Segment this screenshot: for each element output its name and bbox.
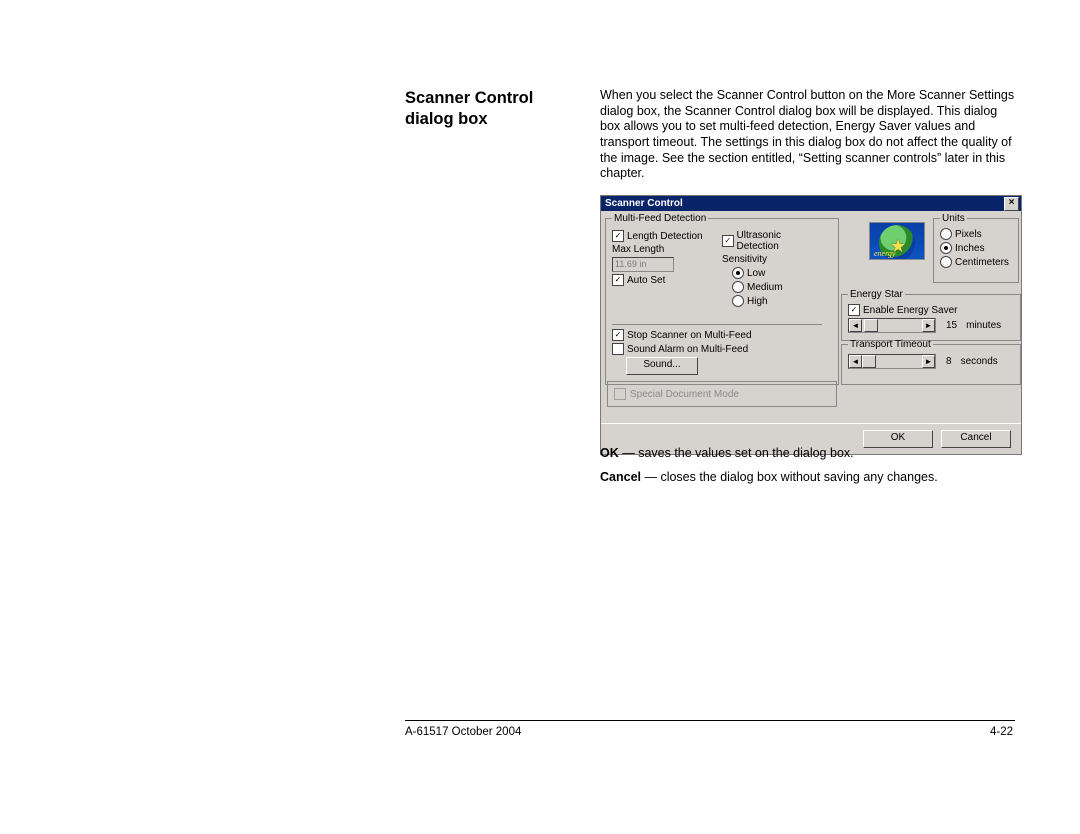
intro-paragraph: When you select the Scanner Control butt…: [600, 88, 1020, 182]
arrow-right-icon[interactable]: ►: [922, 319, 935, 332]
energy-star-group: Energy Star ✓ Enable Energy Saver ◄ ► 15: [841, 289, 1021, 341]
auto-set-label: Auto Set: [627, 275, 665, 286]
units-legend: Units: [940, 213, 967, 224]
scanner-control-dialog: Scanner Control × Multi-Feed Detection ✓…: [600, 195, 1020, 455]
units-centimeters-radio[interactable]: [940, 256, 952, 268]
special-doc-checkbox: [614, 388, 626, 400]
sensitivity-label: Sensitivity: [722, 254, 767, 265]
stop-scanner-checkbox[interactable]: ✓: [612, 329, 624, 341]
special-doc-group: Special Document Mode: [607, 381, 837, 407]
units-pixels-radio[interactable]: [940, 228, 952, 240]
max-length-label: Max Length: [612, 244, 664, 255]
sound-button[interactable]: Sound...: [626, 357, 698, 375]
stop-scanner-label: Stop Scanner on Multi-Feed: [627, 330, 752, 341]
footer-rule: [405, 720, 1015, 721]
cancel-description: Cancel — closes the dialog box without s…: [600, 468, 1020, 486]
units-inches-radio[interactable]: [940, 242, 952, 254]
arrow-right-icon[interactable]: ►: [922, 355, 935, 368]
dialog-title: Scanner Control: [605, 198, 683, 209]
sensitivity-low-label: Low: [747, 268, 765, 279]
units-centimeters-label: Centimeters: [955, 257, 1009, 268]
energy-star-legend: Energy Star: [848, 289, 905, 300]
special-doc-label: Special Document Mode: [630, 389, 739, 400]
transport-timeout-unit: seconds: [961, 356, 998, 367]
multifeed-group: Multi-Feed Detection ✓ Length Detection …: [605, 213, 839, 385]
max-length-input: 11.69 in: [612, 257, 674, 272]
sound-alarm-label: Sound Alarm on Multi-Feed: [627, 344, 748, 355]
units-pixels-label: Pixels: [955, 229, 982, 240]
length-detection-checkbox[interactable]: ✓: [612, 230, 624, 242]
sensitivity-low-radio[interactable]: [732, 267, 744, 279]
section-heading: Scanner Control dialog box: [405, 88, 580, 129]
sensitivity-medium-label: Medium: [747, 282, 783, 293]
dialog-titlebar: Scanner Control ×: [601, 196, 1021, 211]
units-group: Units Pixels Inches Centimeters: [933, 213, 1019, 283]
auto-set-checkbox[interactable]: ✓: [612, 274, 624, 286]
footer-doc-id: A-61517 October 2004: [405, 726, 521, 738]
length-detection-label: Length Detection: [627, 231, 703, 242]
sensitivity-medium-radio[interactable]: [732, 281, 744, 293]
ok-description: OK — saves the values set on the dialog …: [600, 444, 1020, 462]
ultrasonic-label: Ultrasonic Detection: [737, 230, 822, 252]
transport-timeout-slider[interactable]: ◄ ►: [848, 354, 936, 369]
sensitivity-high-label: High: [747, 296, 768, 307]
energy-star-logo: ★ energy: [869, 222, 925, 260]
enable-energy-saver-label: Enable Energy Saver: [863, 305, 958, 316]
transport-timeout-legend: Transport Timeout: [848, 339, 933, 350]
sensitivity-high-radio[interactable]: [732, 295, 744, 307]
energy-saver-value: 15: [946, 320, 957, 331]
units-inches-label: Inches: [955, 243, 984, 254]
arrow-left-icon[interactable]: ◄: [849, 319, 862, 332]
enable-energy-saver-checkbox[interactable]: ✓: [848, 304, 860, 316]
energy-saver-unit: minutes: [966, 320, 1001, 331]
ultrasonic-checkbox[interactable]: ✓: [722, 235, 734, 247]
multifeed-legend: Multi-Feed Detection: [612, 213, 708, 224]
sound-alarm-checkbox[interactable]: [612, 343, 624, 355]
arrow-left-icon[interactable]: ◄: [849, 355, 862, 368]
transport-timeout-value: 8: [946, 356, 952, 367]
footer-page-number: 4-22: [990, 726, 1013, 738]
transport-timeout-group: Transport Timeout ◄ ► 8 seconds: [841, 339, 1021, 385]
energy-saver-slider[interactable]: ◄ ►: [848, 318, 936, 333]
close-icon[interactable]: ×: [1004, 197, 1019, 211]
